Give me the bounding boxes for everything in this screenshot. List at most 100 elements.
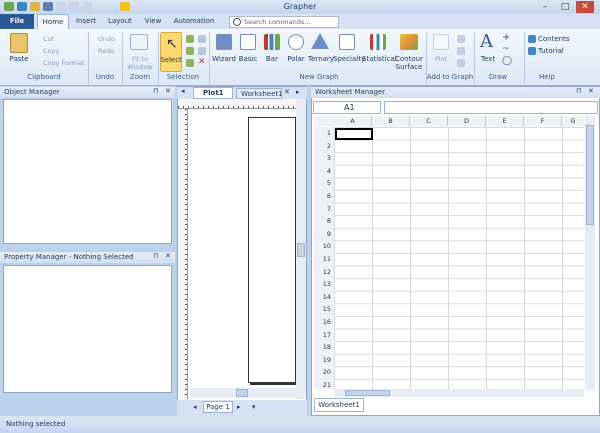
column-header[interactable]: D [448,116,486,126]
plot-button[interactable]: Plot [430,55,452,63]
contour-surface-button[interactable]: Contour [392,55,426,63]
column-header[interactable]: F [524,116,562,126]
row-header[interactable]: 16 [314,315,334,329]
row-header[interactable]: 4 [314,164,334,178]
column-header[interactable]: E [486,116,524,126]
search-input[interactable]: Search commands... [229,16,339,28]
line-tool-icon[interactable]: + [502,32,510,43]
cell-grid[interactable] [334,127,584,389]
text-button[interactable]: Text [477,55,499,63]
row-header[interactable]: 14 [314,290,334,304]
tab-insert[interactable]: Insert [71,14,101,29]
row-header[interactable]: 1 [314,127,334,140]
paste-button[interactable]: Paste [6,55,32,63]
contents-button[interactable]: Contents [538,35,570,43]
tab-view[interactable]: View [140,14,166,29]
arrange-objects-icon[interactable] [186,59,194,67]
add-axis-icon[interactable] [457,35,465,43]
row-header[interactable]: 3 [314,152,334,165]
close-icon[interactable]: ✕ [165,252,171,260]
add-page-icon[interactable]: ▾ [252,403,256,411]
maximize-button[interactable]: □ [556,1,574,13]
formula-bar-input[interactable] [384,101,598,114]
print-icon[interactable] [56,2,66,11]
worksheet-horizontal-scroll-thumb[interactable] [345,390,390,396]
basic-button[interactable]: Basic [237,55,259,63]
tab-plot1[interactable]: Plot1 [193,87,233,99]
cut-button[interactable]: Cut [43,35,54,43]
fit-to-window-button[interactable]: Fit to [125,55,155,63]
tab-scroll-right-icon[interactable]: ▸ [296,88,300,96]
open-file-icon[interactable] [30,2,40,11]
minimize-button[interactable]: – [536,1,554,13]
copy-button[interactable]: Copy [43,47,60,55]
pin-icon[interactable]: ⊓ [576,87,581,95]
add-legend-icon[interactable] [457,47,465,55]
row-header[interactable]: 8 [314,215,334,228]
group-objects-icon[interactable] [186,35,194,43]
close-icon[interactable]: ✕ [165,87,171,95]
ungroup-objects-icon[interactable] [186,47,194,55]
row-header[interactable]: 9 [314,227,334,241]
distribute-objects-icon[interactable] [198,47,206,55]
close-button[interactable]: ✕ [576,1,594,13]
ternary-button[interactable]: Ternary [307,55,335,63]
wizard-button[interactable]: Wizard [212,55,236,63]
redo-button[interactable]: Redo [98,47,114,55]
row-header[interactable]: 5 [314,177,334,190]
row-header[interactable]: 2 [314,139,334,153]
column-header[interactable]: C [410,116,448,126]
row-header[interactable]: 15 [314,303,334,316]
page-nav-left-icon[interactable]: ◂ [193,403,197,411]
statistical-button[interactable]: Statistical [362,55,397,63]
tab-layout[interactable]: Layout [104,14,136,29]
row-header[interactable]: 6 [314,189,334,203]
tutorial-button[interactable]: Tutorial [538,47,564,55]
row-header[interactable]: 10 [314,240,334,253]
pin-icon[interactable]: ⊓ [153,252,158,260]
column-header[interactable]: B [372,116,410,126]
row-header[interactable]: 13 [314,278,334,291]
cell-reference-box[interactable]: A1 [313,101,381,114]
undo-button[interactable]: Undo [98,35,115,43]
polar-button[interactable]: Polar [285,55,307,63]
tab-home[interactable]: Home [37,14,69,29]
page-tab[interactable]: Page 1 [203,401,233,413]
row-header[interactable]: 11 [314,252,334,266]
pin-icon[interactable]: ⊓ [153,87,158,95]
specialty-button[interactable]: Specialty [333,55,365,63]
row-header[interactable]: 21 [314,378,334,389]
column-header[interactable]: G [562,116,584,126]
shape-tool-icon[interactable]: ◯ [502,56,512,66]
delete-icon[interactable]: ✕ [198,57,206,67]
tab-file[interactable]: File [0,14,34,29]
sheet-tab[interactable]: Worksheet1 [314,398,364,412]
bar-button[interactable]: Bar [262,55,282,63]
new-file-icon[interactable] [17,2,27,11]
redo-quick-icon[interactable] [82,2,92,11]
row-header[interactable]: 19 [314,353,334,367]
undo-quick-icon[interactable] [69,2,79,11]
row-header[interactable]: 18 [314,341,334,354]
copy-format-button[interactable]: Copy Format [43,59,84,67]
tab-automation[interactable]: Automation [170,14,218,29]
worksheet-vertical-scroll-thumb[interactable] [586,125,594,225]
row-header[interactable]: 7 [314,202,334,216]
tab-scroll-left-icon[interactable]: ◂ [181,87,185,95]
select-all-corner[interactable] [314,116,334,126]
row-header[interactable]: 12 [314,265,334,279]
polyline-tool-icon[interactable]: ~ [502,44,510,54]
close-icon[interactable]: ✕ [588,87,594,95]
add-title-icon[interactable] [457,59,465,67]
page-nav-right-icon[interactable]: ▸ [237,403,241,411]
vertical-scroll-thumb[interactable] [297,243,305,257]
align-objects-icon[interactable] [198,35,206,43]
active-cell[interactable] [335,128,373,140]
save-icon[interactable] [43,2,53,11]
property-manager-panel[interactable] [3,265,172,393]
customize-quick-access-icon[interactable] [120,2,130,11]
row-header[interactable]: 17 [314,328,334,342]
row-header[interactable]: 20 [314,366,334,379]
horizontal-scroll-thumb[interactable] [236,389,248,397]
tab-worksheet1[interactable]: Worksheet1 [236,88,283,99]
